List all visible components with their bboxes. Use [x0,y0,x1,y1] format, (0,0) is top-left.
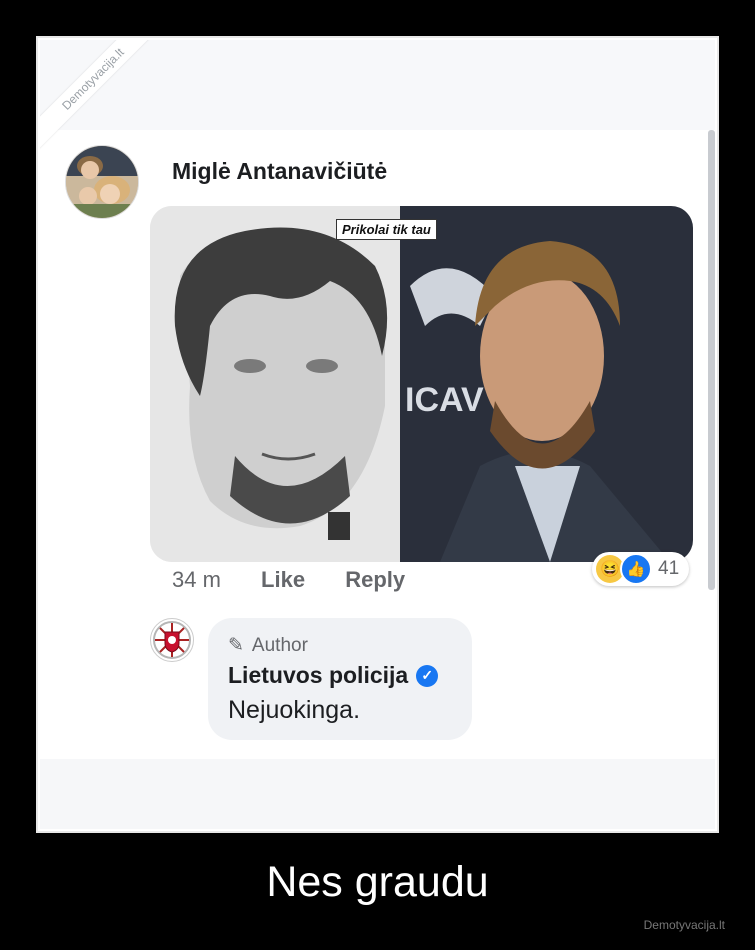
author-badge: ✎ Author [228,634,308,657]
reply-button[interactable]: Reply [345,567,405,593]
demotivator-frame: Demotyvacija.lt Miglė Antanavičiūtė ICAV… [36,36,719,833]
reply-text: Nejuokinga. [228,696,361,724]
poster-name[interactable]: Miglė Antanavičiūtė [172,158,387,185]
reply-bubble[interactable]: ✎ Author Lietuvos policija ✓ Nejuokinga. [208,618,472,740]
verified-icon: ✓ [416,664,439,687]
comment-time[interactable]: 34 m [172,567,221,593]
meme-caption: Prikolai tik tau [336,219,437,240]
author-badge-label: Author [251,634,308,656]
pencil-icon: ✎ [228,635,244,656]
facebook-comment-screenshot: Demotyvacija.lt Miglė Antanavičiūtė ICAV… [40,40,715,829]
like-icon: 👍 [620,553,652,585]
reply-author-label[interactable]: Lietuvos policija [228,662,408,689]
svg-text:ICAV: ICAV [405,381,484,419]
scrollbar[interactable] [708,130,715,590]
meme-image[interactable]: ICAV Prikolai tik tau [150,206,693,562]
reactions-summary[interactable]: 😆 👍 41 [592,552,690,586]
footer-site: Demotyvacija.lt [643,918,725,932]
comment-actions: 34 m Like Reply [172,567,439,593]
reaction-count: 41 [658,558,680,579]
demotivator-caption: Nes graudu [266,858,489,906]
reply-author-name[interactable]: Lietuvos policija ✓ [228,662,439,689]
police-avatar[interactable] [150,618,194,662]
top-bar [40,40,715,130]
like-button[interactable]: Like [261,567,305,593]
avatar[interactable] [65,145,139,219]
bottom-fade [40,759,715,829]
